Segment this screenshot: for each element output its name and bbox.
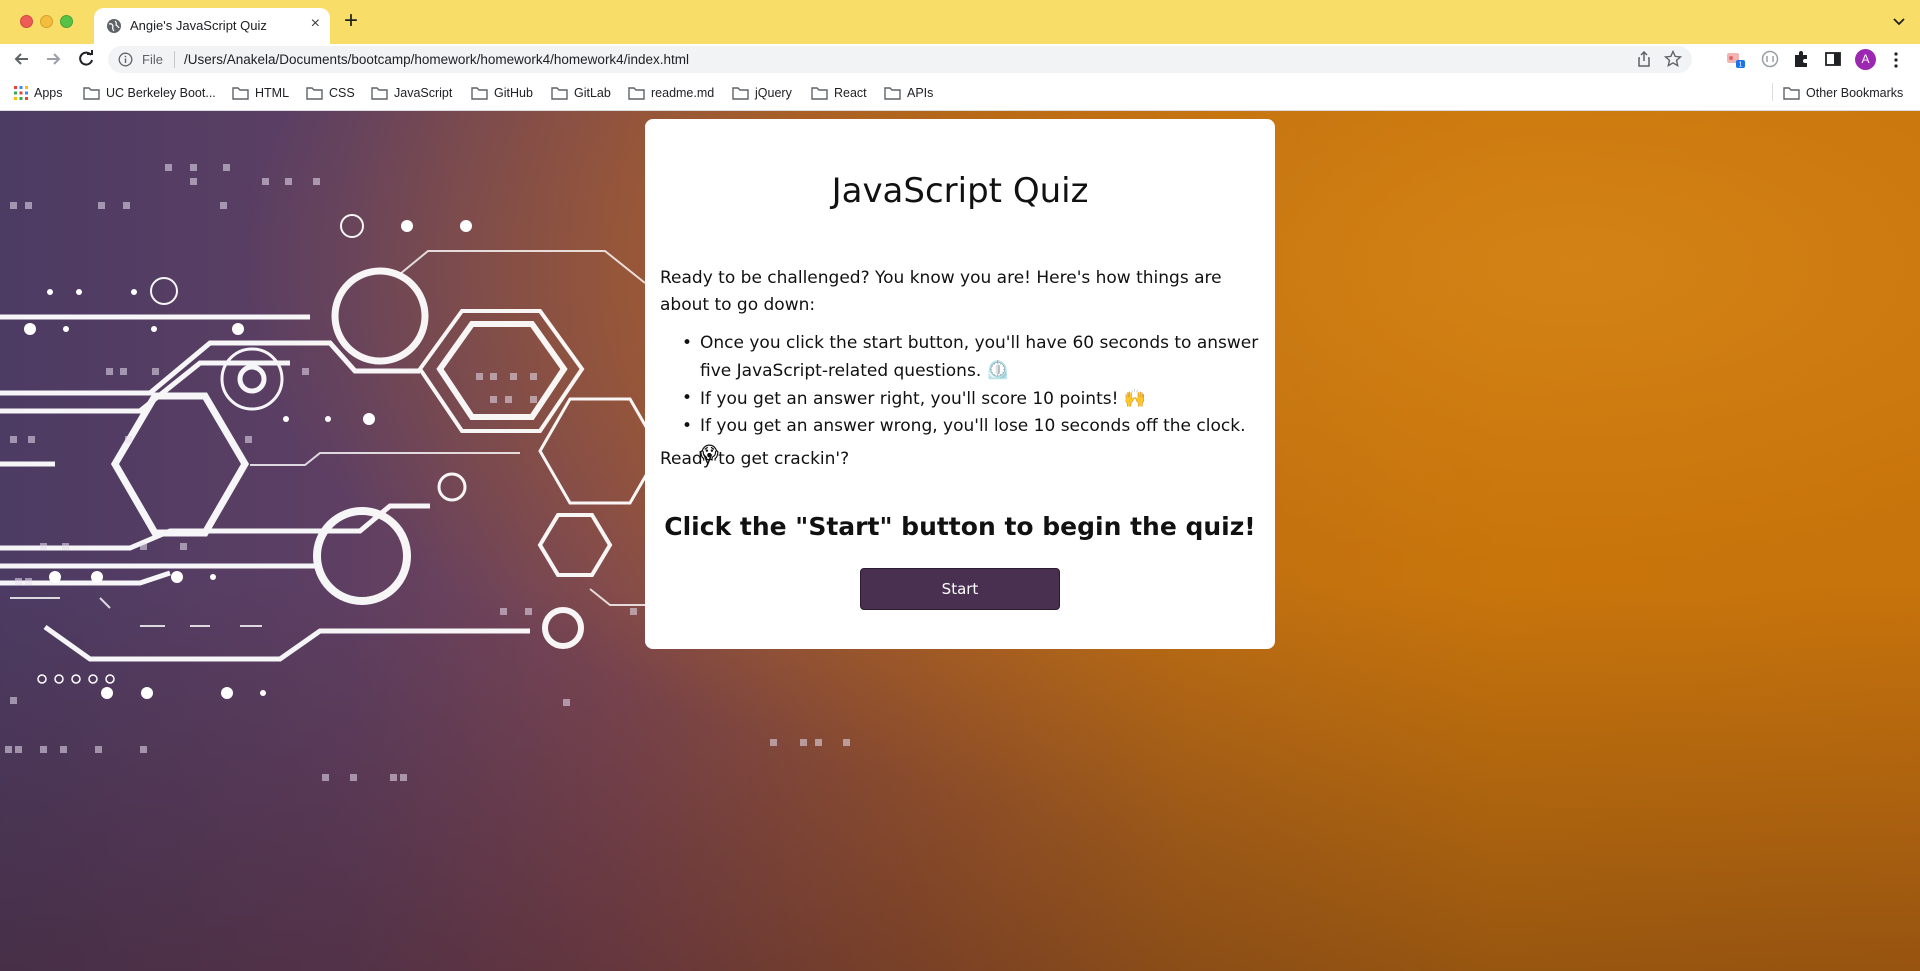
rule-text: If you get an answer wrong, you'll lose … <box>700 416 1246 436</box>
bookmark-label: APIs <box>907 86 934 100</box>
bookmark-label: GitLab <box>574 86 611 100</box>
bookmark-folder[interactable]: React <box>811 83 867 103</box>
chevron-down-icon[interactable] <box>1892 14 1906 28</box>
extension-icon[interactable] <box>1760 49 1780 69</box>
folder-icon <box>811 87 828 100</box>
folder-icon <box>83 87 100 100</box>
page-title: JavaScript Quiz <box>831 171 1089 211</box>
bookmark-label: Apps <box>34 86 63 100</box>
tab-close-icon[interactable]: × <box>311 15 320 33</box>
list-item: If you get an answer right, you'll score… <box>682 385 1260 413</box>
bookmark-apps[interactable]: Apps <box>14 83 63 103</box>
svg-text:1: 1 <box>1739 62 1743 69</box>
close-window-button[interactable] <box>20 15 33 28</box>
address-bar[interactable]: File /Users/Anakela/Documents/bootcamp/h… <box>108 46 1692 73</box>
folder-icon <box>884 87 901 100</box>
bookmark-label: readme.md <box>651 86 715 100</box>
new-tab-button[interactable]: + <box>344 9 358 33</box>
rules-list: Once you click the start button, you'll … <box>682 330 1260 468</box>
bookmark-label: JavaScript <box>394 86 453 100</box>
bookmark-folder[interactable]: readme.md <box>628 83 714 103</box>
folder-icon <box>1783 87 1800 100</box>
other-bookmarks-folder[interactable]: Other Bookmarks <box>1783 83 1903 103</box>
stopwatch-icon: ⏲️ <box>986 360 1010 381</box>
reload-icon[interactable] <box>76 49 96 69</box>
maximize-window-button[interactable] <box>60 15 73 28</box>
bookmark-label: jQuery <box>755 86 792 100</box>
bookmark-folder[interactable]: UC Berkeley Boot... <box>83 83 216 103</box>
side-panel-icon[interactable] <box>1823 49 1843 69</box>
divider <box>174 51 175 68</box>
raised-hands-icon: 🙌 <box>1123 388 1147 409</box>
extension-badge-icon[interactable]: 1 <box>1726 49 1746 69</box>
bookmark-folder[interactable]: GitHub <box>471 83 533 103</box>
bookmark-folder[interactable]: jQuery <box>732 83 792 103</box>
bookmark-label: CSS <box>329 86 355 100</box>
folder-icon <box>306 87 323 100</box>
browser-tab[interactable]: Angie's JavaScript Quiz × <box>94 8 330 44</box>
forward-arrow-icon[interactable] <box>43 49 63 69</box>
rule-text: Once you click the start button, you'll … <box>700 333 1259 381</box>
folder-icon <box>471 87 488 100</box>
rule-text: If you get an answer right, you'll score… <box>700 389 1119 409</box>
info-icon[interactable] <box>118 52 133 67</box>
bookmark-folder[interactable]: GitLab <box>551 83 611 103</box>
quiz-card: JavaScript Quiz Ready to be challenged? … <box>645 119 1275 649</box>
star-icon[interactable] <box>1664 50 1682 68</box>
more-menu-icon[interactable] <box>1894 52 1898 68</box>
bookmark-folder[interactable]: CSS <box>306 83 355 103</box>
bookmark-label: GitHub <box>494 86 533 100</box>
url-text[interactable]: /Users/Anakela/Documents/bootcamp/homewo… <box>184 52 689 67</box>
bookmark-folder[interactable]: JavaScript <box>371 83 452 103</box>
browser-toolbar: File /Users/Anakela/Documents/bootcamp/h… <box>0 44 1920 75</box>
start-button[interactable]: Start <box>860 568 1060 610</box>
browser-tab-bar: Angie's JavaScript Quiz × + <box>0 0 1920 44</box>
start-prompt: Click the "Start" button to begin the qu… <box>664 512 1256 541</box>
bookmark-folder[interactable]: HTML <box>232 83 289 103</box>
ready-text: Ready to get crackin'? <box>660 449 850 469</box>
puzzle-icon[interactable] <box>1791 49 1811 69</box>
folder-icon <box>732 87 749 100</box>
url-scheme-label: File <box>142 52 163 67</box>
bookmark-label: React <box>834 86 867 100</box>
intro-text: Ready to be challenged? You know you are… <box>660 268 1222 315</box>
folder-icon <box>232 87 249 100</box>
folder-icon <box>628 87 645 100</box>
tab-title: Angie's JavaScript Quiz <box>130 18 267 33</box>
bookmark-folder[interactable]: APIs <box>884 83 933 103</box>
bookmark-label: Other Bookmarks <box>1806 86 1904 100</box>
list-item: Once you click the start button, you'll … <box>682 330 1260 385</box>
folder-icon <box>371 87 388 100</box>
bookmark-label: HTML <box>255 86 290 100</box>
share-icon[interactable] <box>1636 51 1652 67</box>
bookmark-label: UC Berkeley Boot... <box>106 86 216 100</box>
page-viewport: JavaScript Quiz Ready to be challenged? … <box>0 111 1920 971</box>
bookmarks-bar: Apps UC Berkeley Boot... HTML CSS JavaSc… <box>0 75 1920 111</box>
globe-icon <box>107 19 121 33</box>
back-arrow-icon[interactable] <box>12 49 32 69</box>
profile-avatar[interactable]: A <box>1855 49 1876 70</box>
apps-grid-icon <box>14 86 28 100</box>
minimize-window-button[interactable] <box>40 15 53 28</box>
divider <box>1772 83 1773 101</box>
folder-icon <box>551 87 568 100</box>
